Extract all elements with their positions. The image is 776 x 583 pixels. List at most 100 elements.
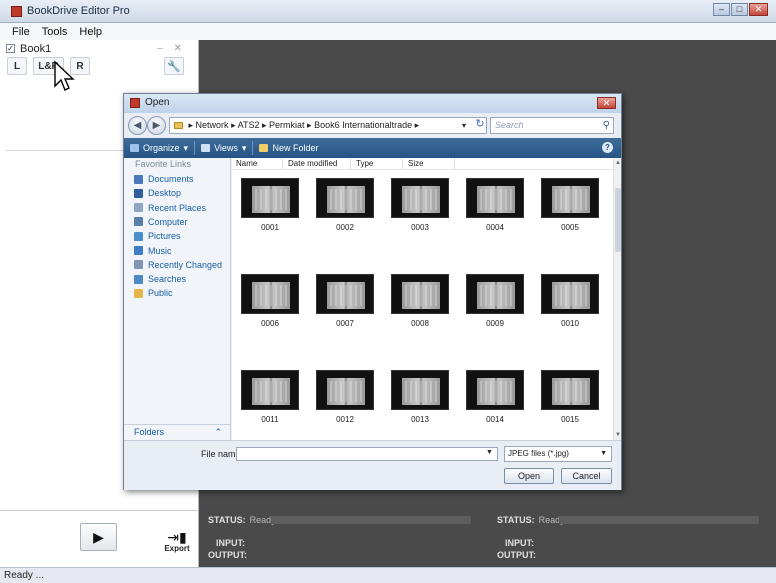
breadcrumb-network[interactable]: Network <box>196 120 229 130</box>
export-button[interactable]: ⇥▮ Export <box>160 530 194 556</box>
mode-left-button[interactable]: L <box>7 57 27 75</box>
file-item[interactable]: 0004 <box>465 178 525 240</box>
play-button[interactable]: ▶ <box>80 523 117 551</box>
document-checkbox[interactable]: ✓ <box>6 44 15 53</box>
file-item[interactable]: 0002 <box>315 178 375 240</box>
document-window-controls[interactable]: – ✕ <box>157 43 186 54</box>
file-item[interactable]: 0015 <box>540 370 600 432</box>
file-item[interactable]: 0008 <box>390 274 450 336</box>
file-name-input[interactable] <box>236 447 498 461</box>
file-thumbnail <box>316 274 374 314</box>
chevron-up-icon: ⌃ <box>214 427 222 437</box>
file-item[interactable]: 0014 <box>465 370 525 432</box>
file-item[interactable]: 0001 <box>240 178 300 240</box>
file-item[interactable]: 0006 <box>240 274 300 336</box>
column-type[interactable]: Type <box>356 159 373 168</box>
file-type-select[interactable]: JPEG files (*.jpg) ▼ <box>504 446 612 462</box>
file-item[interactable]: 0012 <box>315 370 375 432</box>
file-name: 0010 <box>561 319 579 328</box>
file-name: 0015 <box>561 415 579 424</box>
favorite-link[interactable]: Searches <box>134 274 186 284</box>
scroll-up-icon[interactable]: ▲ <box>614 160 622 166</box>
file-name: 0004 <box>486 223 504 232</box>
column-size[interactable]: Size <box>408 159 424 168</box>
organize-button[interactable]: Organize ▾ <box>124 138 194 158</box>
maximize-icon[interactable]: □ <box>731 3 748 16</box>
dialog-footer: File name: ▼ JPEG files (*.jpg) ▼ Open C… <box>124 440 621 490</box>
file-item[interactable]: 0007 <box>315 274 375 336</box>
export-label: Export <box>164 544 190 553</box>
search-input[interactable]: Search ⚲ <box>490 117 614 134</box>
breadcrumb-permkiat[interactable]: Permkiat <box>269 120 305 130</box>
favorite-link-label: Pictures <box>148 231 181 242</box>
left-progress-bar <box>271 516 471 524</box>
file-name: 0013 <box>411 415 429 424</box>
file-item[interactable]: 0009 <box>465 274 525 336</box>
file-thumbnail <box>466 274 524 314</box>
file-item[interactable]: 0003 <box>390 178 450 240</box>
file-name-dropdown-icon[interactable]: ▼ <box>486 449 493 456</box>
forward-icon[interactable]: ▶ <box>147 116 166 135</box>
file-name: 0006 <box>261 319 279 328</box>
address-bar[interactable]: ▸ Network ▸ ATS2 ▸ Permkiat ▸ Book6 Inte… <box>169 117 487 134</box>
file-name: 0007 <box>336 319 354 328</box>
file-thumbnail <box>541 274 599 314</box>
close-icon[interactable]: ✕ <box>749 3 768 16</box>
file-name: 0012 <box>336 415 354 424</box>
favorite-link[interactable]: Computer <box>134 217 188 227</box>
dialog-close-icon[interactable]: ✕ <box>597 97 616 109</box>
dialog-toolbar: Organize ▾ Views ▾ New Folder ? <box>124 138 621 158</box>
cancel-button[interactable]: Cancel <box>561 468 612 484</box>
favorite-link[interactable]: Desktop <box>134 188 181 198</box>
favorite-link[interactable]: Pictures <box>134 231 181 241</box>
file-item[interactable]: 0013 <box>390 370 450 432</box>
favorite-link-icon <box>134 260 143 270</box>
right-status: STATUS: Ready <box>497 515 565 525</box>
open-dialog: Open ✕ ◀ ▶ ▸ Network ▸ ATS2 ▸ Permkiat ▸… <box>123 93 622 490</box>
new-folder-button[interactable]: New Folder <box>253 138 324 158</box>
favorite-link-label: Recently Changed <box>148 259 223 270</box>
back-icon[interactable]: ◀ <box>128 116 147 135</box>
favorite-link[interactable]: Music <box>134 246 172 256</box>
favorite-link[interactable]: Recent Places <box>134 203 206 213</box>
refresh-icon[interactable]: ↻ <box>473 117 487 134</box>
search-icon[interactable]: ⚲ <box>603 118 610 133</box>
new-folder-icon <box>259 144 269 152</box>
favorite-link[interactable]: Recently Changed <box>134 260 222 270</box>
minimize-icon[interactable]: – <box>713 3 730 16</box>
file-thumbnail <box>466 178 524 218</box>
favorite-link[interactable]: Documents <box>134 174 194 184</box>
file-thumbnail <box>241 274 299 314</box>
left-status: STATUS: Ready <box>208 515 276 525</box>
views-button[interactable]: Views ▾ <box>195 138 252 158</box>
favorite-link-label: Searches <box>148 274 187 285</box>
help-icon[interactable]: ? <box>602 142 613 153</box>
file-item[interactable]: 0010 <box>540 274 600 336</box>
file-thumbnail <box>466 370 524 410</box>
address-dropdown-icon[interactable]: ▾ <box>459 117 469 134</box>
breadcrumb-book6[interactable]: Book6 Internationaltrade <box>314 120 412 130</box>
breadcrumb-ats2[interactable]: ATS2 <box>238 120 260 130</box>
open-button[interactable]: Open <box>504 468 554 484</box>
dialog-title-bar: Open ✕ <box>124 94 621 113</box>
file-list-scrollbar[interactable]: ▲ ▼ <box>613 158 621 440</box>
dialog-app-icon <box>130 98 140 108</box>
views-icon <box>201 144 211 152</box>
file-item[interactable]: 0005 <box>540 178 600 240</box>
column-date-modified[interactable]: Date modified <box>288 159 337 168</box>
menu-bar: File Tools Help <box>0 23 776 40</box>
favorite-link-label: Recent Places <box>148 202 207 213</box>
scroll-down-icon[interactable]: ▼ <box>614 432 622 438</box>
favorite-link[interactable]: Public <box>134 288 173 298</box>
menu-tools[interactable]: Tools <box>42 26 68 38</box>
wrench-icon[interactable]: 🔧 <box>164 57 184 75</box>
column-name[interactable]: Name <box>236 159 257 168</box>
menu-file[interactable]: File <box>12 26 30 38</box>
menu-help[interactable]: Help <box>79 26 102 38</box>
scrollbar-thumb[interactable] <box>615 188 621 252</box>
file-item[interactable]: 0011 <box>240 370 300 432</box>
organize-icon <box>130 144 139 152</box>
favorite-link-icon <box>134 217 143 227</box>
favorite-link-icon <box>134 288 143 298</box>
folders-toggle[interactable]: Folders ⌃ <box>124 424 230 440</box>
